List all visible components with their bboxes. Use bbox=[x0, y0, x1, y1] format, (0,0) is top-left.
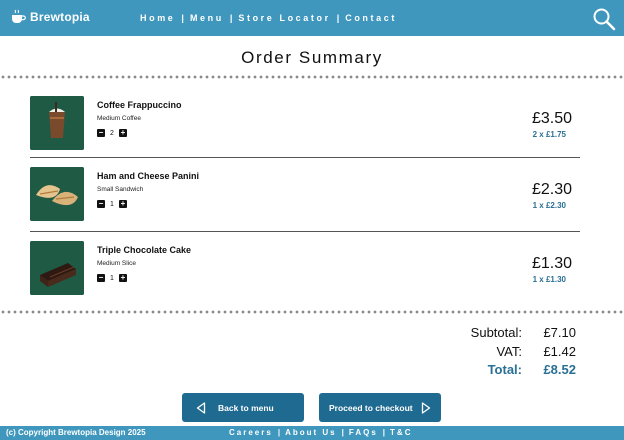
dotted-divider bbox=[0, 75, 624, 79]
footer-link-careers[interactable]: Careers bbox=[229, 428, 273, 437]
quantity-value: 1 bbox=[110, 200, 114, 208]
dotted-divider bbox=[0, 310, 624, 314]
quantity-value: 1 bbox=[110, 274, 114, 282]
page-title: Order Summary bbox=[241, 48, 383, 67]
decrease-quantity-button[interactable]: − bbox=[97, 200, 105, 208]
item-price: £3.50 bbox=[531, 110, 572, 127]
item-name: Triple Chocolate Cake bbox=[97, 245, 192, 255]
chevron-left-icon bbox=[196, 401, 206, 414]
vat-label: VAT: bbox=[496, 344, 522, 359]
order-item: Ham and Cheese Panini Small Sandwich − 1… bbox=[30, 167, 580, 223]
logo-text: Brewtopia bbox=[30, 10, 90, 24]
panini-image bbox=[30, 167, 84, 221]
quantity-value: 2 bbox=[110, 129, 114, 137]
item-unit-breakdown: 2 x £1.75 bbox=[532, 130, 566, 139]
site-header: Brewtopia Home | Menu | Store Locator | … bbox=[0, 0, 624, 36]
site-footer: (c) Copyright Brewtopia Design 2025 Care… bbox=[0, 426, 624, 440]
total-value: £8.52 bbox=[543, 362, 576, 377]
order-item: Coffee Frappuccino Medium Coffee − 2 + £… bbox=[30, 96, 580, 152]
total-label: Total: bbox=[487, 362, 522, 377]
item-divider bbox=[30, 157, 580, 158]
quantity-stepper: − 2 + bbox=[97, 129, 127, 137]
copyright-text: (c) Copyright Brewtopia Design 2025 bbox=[6, 428, 146, 437]
footer-link-about-us[interactable]: About Us bbox=[285, 428, 337, 437]
subtotal-value: £7.10 bbox=[543, 325, 576, 340]
main-nav: Home | Menu | Store Locator | Contact bbox=[140, 13, 397, 23]
nav-home[interactable]: Home bbox=[140, 13, 175, 23]
chevron-right-icon bbox=[421, 401, 430, 414]
decrease-quantity-button[interactable]: − bbox=[97, 129, 105, 137]
item-description: Medium Coffee bbox=[97, 115, 141, 122]
item-name: Coffee Frappuccino bbox=[97, 100, 182, 110]
chocolate-cake-image bbox=[30, 241, 84, 295]
vat-value: £1.42 bbox=[543, 344, 576, 359]
nav-contact[interactable]: Contact bbox=[345, 13, 397, 23]
decrease-quantity-button[interactable]: − bbox=[97, 274, 105, 282]
item-description: Medium Slice bbox=[97, 260, 137, 267]
increase-quantity-button[interactable]: + bbox=[118, 274, 127, 282]
coffee-cup-icon bbox=[12, 9, 26, 23]
item-price: £2.30 bbox=[531, 181, 572, 198]
quantity-stepper: − 1 + bbox=[97, 200, 127, 208]
increase-quantity-button[interactable]: + bbox=[118, 200, 127, 208]
footer-separator: | bbox=[382, 428, 386, 437]
footer-separator: | bbox=[341, 428, 344, 437]
order-item: Triple Chocolate Cake Medium Slice − 1 +… bbox=[30, 241, 580, 297]
footer-link-tc[interactable]: T&C bbox=[390, 428, 412, 437]
item-unit-breakdown: 1 x £2.30 bbox=[532, 201, 566, 210]
back-to-menu-label: Back to menu bbox=[218, 402, 274, 413]
subtotal-label: Subtotal: bbox=[470, 325, 522, 340]
quantity-stepper: − 1 + bbox=[97, 274, 127, 282]
nav-separator: | bbox=[181, 13, 184, 23]
footer-link-faqs[interactable]: FAQs bbox=[349, 428, 378, 437]
nav-separator: | bbox=[336, 13, 340, 23]
item-description: Small Sandwich bbox=[97, 186, 144, 193]
increase-quantity-button[interactable]: + bbox=[118, 129, 127, 137]
item-price: £1.30 bbox=[531, 255, 572, 272]
coffee-frappuccino-image bbox=[30, 96, 84, 150]
search-icon[interactable] bbox=[592, 7, 616, 31]
item-name: Ham and Cheese Panini bbox=[97, 171, 200, 181]
nav-menu[interactable]: Menu bbox=[190, 13, 224, 23]
nav-store-locator[interactable]: Store Locator bbox=[238, 13, 330, 23]
footer-separator: | bbox=[277, 428, 281, 437]
item-unit-breakdown: 1 x £1.30 bbox=[532, 275, 566, 284]
proceed-to-checkout-label: Proceed to checkout bbox=[329, 402, 413, 413]
proceed-to-checkout-button[interactable]: Proceed to checkout bbox=[319, 393, 441, 422]
item-divider bbox=[30, 231, 580, 232]
nav-separator: | bbox=[229, 13, 233, 23]
back-to-menu-button[interactable]: Back to menu bbox=[182, 393, 304, 422]
footer-nav: Careers | About Us | FAQs | T&C bbox=[229, 428, 412, 437]
logo[interactable]: Brewtopia bbox=[10, 9, 90, 25]
